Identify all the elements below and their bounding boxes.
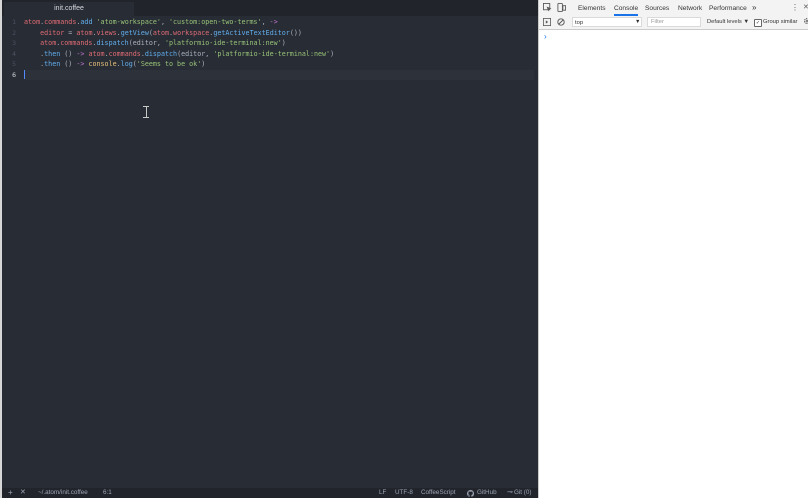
context-selector[interactable]: top — [572, 17, 642, 27]
line-ending[interactable]: LF — [379, 488, 386, 498]
line-number: 4 — [12, 49, 16, 58]
tab-network[interactable]: Network — [678, 0, 702, 16]
git-panel-button[interactable]: Git (0) — [514, 488, 532, 498]
line-number: 5 — [12, 60, 16, 68]
line-number-current: 6 — [12, 70, 16, 79]
cursor-position[interactable]: 6:1 — [103, 488, 112, 498]
close-devtools-icon[interactable]: ✕ — [803, 3, 808, 13]
clear-console-icon[interactable] — [557, 18, 565, 30]
grammar[interactable]: CoffeeScript — [421, 488, 456, 498]
inspect-element-icon[interactable] — [543, 2, 552, 16]
code-line: atom.commands.add 'atom-workspace', 'cus… — [24, 18, 278, 26]
code-area[interactable]: atom.commands.add 'atom-workspace', 'cus… — [24, 17, 534, 80]
file-path[interactable]: ~/.atom/init.coffee — [38, 488, 88, 498]
tab-init-coffee[interactable]: init.coffee — [4, 2, 134, 16]
status-bar: + ✕ ~/.atom/init.coffee 6:1 LF UTF-8 Cof… — [2, 488, 538, 498]
log-levels-dropdown[interactable]: Default levels ▼ — [707, 17, 749, 27]
github-icon — [466, 488, 475, 501]
tab-console[interactable]: Console — [614, 0, 639, 16]
device-toolbar-icon[interactable] — [557, 3, 566, 16]
git-commit-icon: ⊸ — [507, 489, 513, 496]
code-line: .then () -> atom.commands.dispatch(edito… — [24, 49, 335, 58]
context-dropdown-icon[interactable]: ▼ — [635, 18, 640, 27]
console-toolbar: top ▼ Default levels ▼ ✓ Group similar — [539, 16, 808, 30]
tab-performance[interactable]: Performance — [709, 0, 747, 16]
more-tabs-chevron-icon[interactable]: » — [752, 0, 756, 16]
code-line: .then () -> console.log('Seems to be ok'… — [24, 60, 206, 68]
add-panel-button[interactable]: + — [8, 488, 13, 498]
console-filter-input[interactable] — [647, 17, 701, 27]
kebab-menu-icon[interactable]: ⋮ — [791, 3, 799, 13]
encoding[interactable]: UTF-8 — [395, 488, 413, 498]
show-sidebar-icon[interactable] — [543, 18, 551, 30]
close-panel-button[interactable]: ✕ — [20, 488, 26, 498]
code-line-current — [24, 69, 534, 80]
line-number: 1 — [12, 18, 16, 26]
group-similar-checkbox[interactable]: ✓ — [754, 19, 762, 27]
line-number: 2 — [12, 28, 16, 37]
devtools-tab-bar: Elements Console Sources Network Perform… — [539, 0, 808, 17]
editor-tab-bar: init.coffee — [2, 0, 538, 16]
tab-sources[interactable]: Sources — [645, 0, 669, 16]
tab-elements[interactable]: Elements — [578, 0, 606, 16]
text-cursor — [24, 70, 25, 79]
console-settings-gear-icon[interactable] — [803, 17, 808, 29]
devtools-panel: Elements Console Sources Network Perform… — [538, 0, 808, 498]
group-similar-label: Group similar — [763, 19, 798, 25]
code-editor[interactable]: init.coffee 1 2 3 4 5 6 atom.commands.ad… — [0, 0, 538, 498]
console-prompt-icon[interactable]: › — [544, 32, 547, 41]
code-line: editor = atom.views.getView(atom.workspa… — [40, 28, 302, 37]
line-number: 3 — [12, 39, 16, 47]
code-line: atom.commands.dispatch(editor, 'platform… — [40, 39, 286, 47]
github-panel-button[interactable]: GitHub — [477, 488, 497, 498]
line-number-gutter: 1 2 3 4 5 6 — [2, 17, 20, 80]
mouse-ibeam-cursor — [143, 106, 149, 118]
